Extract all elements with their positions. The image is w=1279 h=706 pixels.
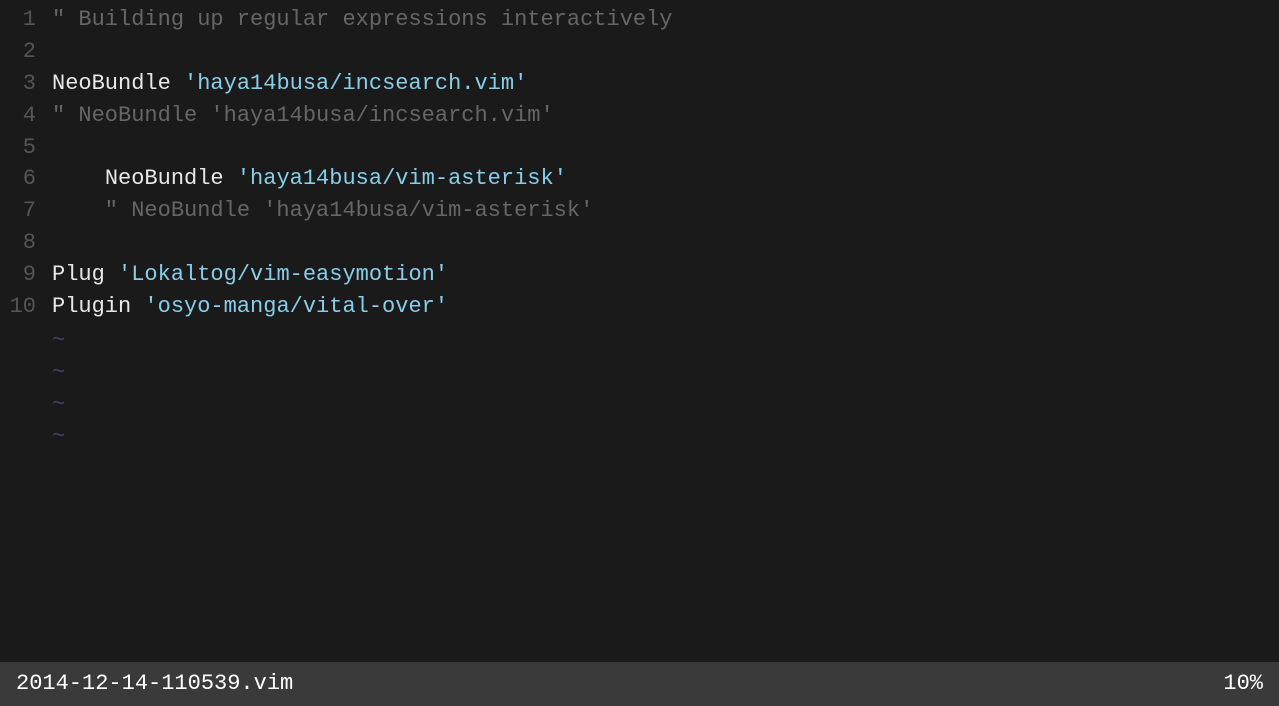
line-content-10: Plugin 'osyo-manga/vital-over' (52, 291, 1279, 323)
code-line-4: 4 " NeoBundle 'haya14busa/incsearch.vim' (0, 100, 1279, 132)
code-line-5: 5 (0, 132, 1279, 164)
line-number-7: 7 (0, 195, 52, 227)
line-number-1: 1 (0, 4, 52, 36)
line-number-5: 5 (0, 132, 52, 164)
status-percent: 10% (1223, 668, 1263, 700)
line-number-2: 2 (0, 36, 52, 68)
status-filename: 2014-12-14-110539.vim (16, 668, 293, 700)
code-line-3: 3 NeoBundle 'haya14busa/incsearch.vim' (0, 68, 1279, 100)
tilde-number-1 (0, 325, 52, 357)
tilde-line-3: ~ (0, 389, 1279, 421)
tilde-content-4: ~ (52, 421, 1279, 453)
line-number-10: 10 (0, 291, 52, 323)
tilde-number-2 (0, 357, 52, 389)
line-content-1: " Building up regular expressions intera… (52, 4, 1279, 36)
line-number-6: 6 (0, 163, 52, 195)
status-bar: 2014-12-14-110539.vim 10% (0, 662, 1279, 706)
tilde-number-3 (0, 389, 52, 421)
code-line-2: 2 (0, 36, 1279, 68)
code-line-1: 1 " Building up regular expressions inte… (0, 4, 1279, 36)
line-number-4: 4 (0, 100, 52, 132)
editor-area[interactable]: 1 " Building up regular expressions inte… (0, 0, 1279, 662)
line-content-6: NeoBundle 'haya14busa/vim-asterisk' (52, 163, 1279, 195)
tilde-section: ~ ~ ~ ~ (0, 323, 1279, 455)
tilde-content-1: ~ (52, 325, 1279, 357)
tilde-line-1: ~ (0, 325, 1279, 357)
line-content-3: NeoBundle 'haya14busa/incsearch.vim' (52, 68, 1279, 100)
code-line-10: 10 Plugin 'osyo-manga/vital-over' (0, 291, 1279, 323)
line-content-7: " NeoBundle 'haya14busa/vim-asterisk' (52, 195, 1279, 227)
code-line-9: 9 Plug 'Lokaltog/vim-easymotion' (0, 259, 1279, 291)
tilde-content-2: ~ (52, 357, 1279, 389)
tilde-line-2: ~ (0, 357, 1279, 389)
line-content-4: " NeoBundle 'haya14busa/incsearch.vim' (52, 100, 1279, 132)
tilde-line-4: ~ (0, 421, 1279, 453)
line-number-3: 3 (0, 68, 52, 100)
line-content-9: Plug 'Lokaltog/vim-easymotion' (52, 259, 1279, 291)
line-number-8: 8 (0, 227, 52, 259)
line-number-9: 9 (0, 259, 52, 291)
code-line-8: 8 (0, 227, 1279, 259)
code-line-7: 7 " NeoBundle 'haya14busa/vim-asterisk' (0, 195, 1279, 227)
tilde-content-3: ~ (52, 389, 1279, 421)
tilde-number-4 (0, 421, 52, 453)
code-line-6: 6 NeoBundle 'haya14busa/vim-asterisk' (0, 163, 1279, 195)
